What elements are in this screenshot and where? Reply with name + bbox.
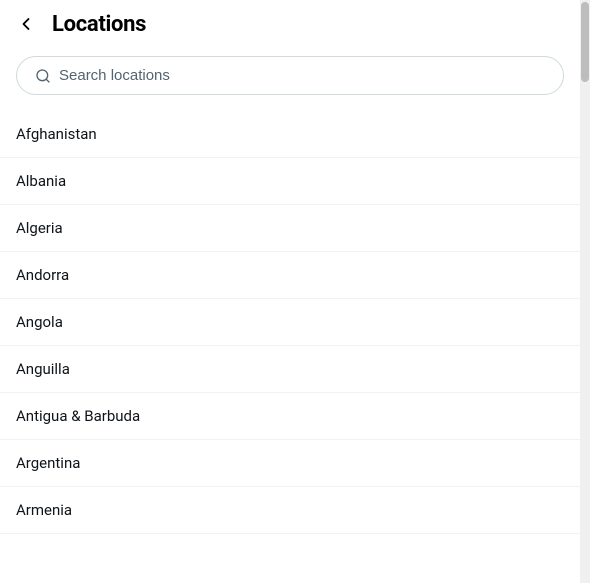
list-item[interactable]: Angola: [0, 299, 580, 346]
search-input[interactable]: [59, 67, 545, 84]
page-title: Locations: [52, 12, 146, 37]
header: Locations: [0, 0, 580, 48]
list-item[interactable]: Antigua & Barbuda: [0, 393, 580, 440]
list-item[interactable]: Argentina: [0, 440, 580, 487]
content-area[interactable]: Locations AfghanistanAlbaniaAlgeriaAndor…: [0, 0, 580, 583]
search-icon: [35, 68, 51, 84]
list-item[interactable]: Albania: [0, 158, 580, 205]
page-container: Locations AfghanistanAlbaniaAlgeriaAndor…: [0, 0, 590, 583]
list-item[interactable]: Afghanistan: [0, 111, 580, 158]
search-container: [0, 48, 580, 111]
back-icon: [16, 14, 36, 34]
list-item[interactable]: Algeria: [0, 205, 580, 252]
locations-list: AfghanistanAlbaniaAlgeriaAndorraAngolaAn…: [0, 111, 580, 534]
list-item[interactable]: Anguilla: [0, 346, 580, 393]
search-input-wrapper: [16, 56, 564, 95]
scrollbar-thumb[interactable]: [581, 2, 589, 82]
list-item[interactable]: Armenia: [0, 487, 580, 534]
list-item[interactable]: Andorra: [0, 252, 580, 299]
back-button[interactable]: [12, 10, 40, 38]
scrollbar-track[interactable]: [580, 0, 590, 583]
